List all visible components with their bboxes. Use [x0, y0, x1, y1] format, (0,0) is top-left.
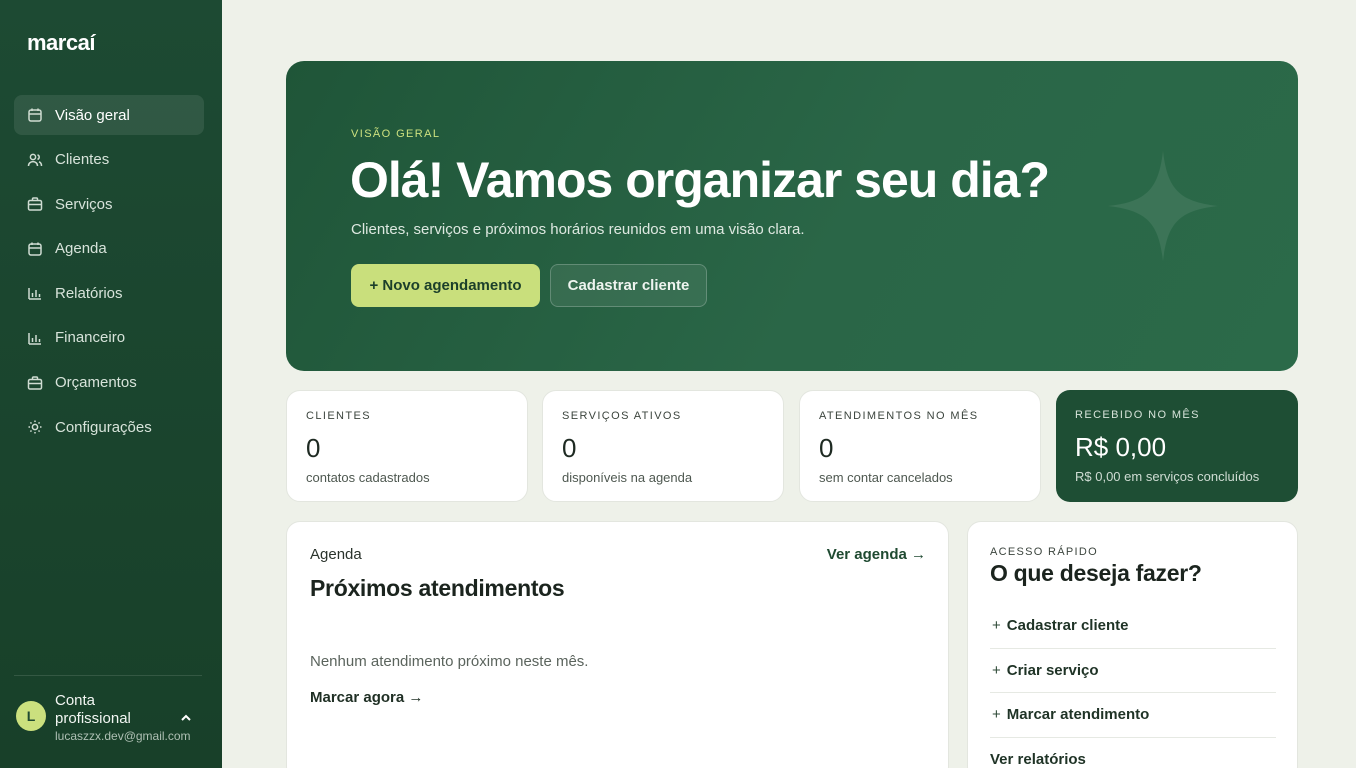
quick-action-label: Marcar atendimento — [1006, 706, 1150, 724]
hero-subtitle: Clientes, serviços e próximos horários r… — [351, 221, 805, 238]
stat-value: 0 — [306, 433, 321, 463]
bar-chart-icon — [27, 330, 43, 346]
empty-state-text: Nenhum atendimento próximo neste mês. — [310, 653, 589, 670]
stat-label: RECEBIDO NO MÊS — [1075, 409, 1200, 421]
briefcase-icon — [27, 375, 43, 391]
sidebar-item-label: Clientes — [55, 151, 110, 169]
account-switcher[interactable]: L Conta profissional lucaszzx.dev@gmail.… — [16, 690, 208, 750]
sidebar-item-visao-geral[interactable]: Visão geral — [14, 95, 204, 135]
stat-label: CLIENTES — [306, 410, 371, 422]
stat-card-atendimentos: ATENDIMENTOS NO MÊS 0 sem contar cancela… — [799, 390, 1041, 502]
gear-icon — [27, 419, 43, 435]
agenda-eyebrow: Agenda — [310, 546, 362, 563]
hero-banner: VISÃO GERAL Olá! Vamos organizar seu dia… — [286, 61, 1298, 371]
sidebar-item-label: Visão geral — [55, 106, 130, 124]
sidebar: marcaí Visão geral Clientes Serviços Age… — [0, 0, 222, 768]
sidebar-item-label: Serviços — [55, 195, 113, 213]
stat-description: disponíveis na agenda — [562, 470, 693, 485]
plus-icon: + — [992, 617, 1001, 635]
sidebar-item-relatorios[interactable]: Relatórios — [14, 273, 204, 313]
quick-eyebrow: ACESSO RÁPIDO — [990, 546, 1098, 558]
chevron-up-icon[interactable] — [178, 710, 194, 726]
stat-card-recebido: RECEBIDO NO MÊS R$ 0,00 R$ 0,00 em servi… — [1056, 390, 1298, 502]
stat-description: sem contar cancelados — [819, 470, 953, 485]
sidebar-item-orcamentos[interactable]: Orçamentos — [14, 363, 204, 403]
register-client-button[interactable]: Cadastrar cliente — [550, 264, 707, 307]
stat-description: contatos cadastrados — [306, 470, 430, 485]
plus-icon: + — [992, 706, 1001, 724]
view-agenda-link[interactable]: Ver agenda → — [827, 546, 926, 563]
sidebar-item-label: Financeiro — [55, 329, 126, 347]
avatar: L — [16, 701, 46, 731]
stat-label: SERVIÇOS ATIVOS — [562, 410, 682, 422]
quick-action-ver-relatorios[interactable]: Ver relatórios — [990, 738, 1276, 768]
hero-eyebrow: VISÃO GERAL — [351, 128, 441, 140]
agenda-title: Próximos atendimentos — [310, 575, 565, 601]
calendar-icon — [27, 241, 43, 257]
account-name: Conta profissional — [55, 692, 131, 727]
sidebar-item-clientes[interactable]: Clientes — [14, 140, 204, 180]
app-logo[interactable]: marcaí — [27, 30, 95, 56]
schedule-now-link[interactable]: Marcar agora → — [310, 689, 423, 706]
plus-icon: + — [992, 661, 1001, 679]
briefcase-icon — [27, 196, 43, 212]
sidebar-item-label: Agenda — [55, 240, 107, 258]
stat-description: R$ 0,00 em serviços concluídos — [1075, 469, 1260, 484]
quick-action-criar-servico[interactable]: + Criar serviço — [990, 649, 1276, 693]
sidebar-item-label: Orçamentos — [55, 374, 137, 392]
sidebar-item-servicos[interactable]: Serviços — [14, 184, 204, 224]
sidebar-item-agenda[interactable]: Agenda — [14, 229, 204, 269]
sidebar-item-label: Relatórios — [55, 284, 123, 302]
sidebar-item-configuracoes[interactable]: Configurações — [14, 407, 204, 447]
stat-value: R$ 0,00 — [1075, 432, 1167, 462]
bar-chart-icon — [27, 285, 43, 301]
new-appointment-button[interactable]: + Novo agendamento — [351, 264, 540, 307]
stat-value: 0 — [562, 433, 577, 463]
stat-card-clientes: CLIENTES 0 contatos cadastrados — [286, 390, 528, 502]
page-title: Olá! Vamos organizar seu dia? — [350, 152, 1050, 208]
sparkle-icon — [1108, 151, 1218, 261]
stat-card-servicos: SERVIÇOS ATIVOS 0 disponíveis na agenda — [542, 390, 784, 502]
sidebar-divider — [14, 675, 202, 676]
stat-value: 0 — [819, 433, 834, 463]
calendar-icon — [27, 107, 43, 123]
quick-title: O que deseja fazer? — [990, 560, 1202, 586]
quick-access-panel: ACESSO RÁPIDO O que deseja fazer? + Cada… — [967, 521, 1298, 768]
stat-label: ATENDIMENTOS NO MÊS — [819, 410, 979, 422]
quick-actions-list: + Cadastrar cliente + Criar serviço + Ma… — [990, 604, 1276, 768]
agenda-panel: Agenda Ver agenda → Próximos atendimento… — [286, 521, 949, 768]
sidebar-item-financeiro[interactable]: Financeiro — [14, 318, 204, 358]
quick-action-label: Cadastrar cliente — [1006, 617, 1129, 635]
sidebar-item-label: Configurações — [55, 418, 152, 436]
quick-action-label: Ver relatórios — [990, 751, 1086, 768]
quick-action-cadastrar-cliente[interactable]: + Cadastrar cliente — [990, 604, 1276, 649]
account-email: lucaszzx.dev@gmail.com — [55, 729, 191, 743]
sidebar-nav: Visão geral Clientes Serviços Agenda Rel… — [14, 95, 204, 452]
users-icon — [27, 152, 43, 168]
quick-action-label: Criar serviço — [1006, 661, 1099, 679]
quick-action-marcar-atendimento[interactable]: + Marcar atendimento — [990, 693, 1276, 738]
